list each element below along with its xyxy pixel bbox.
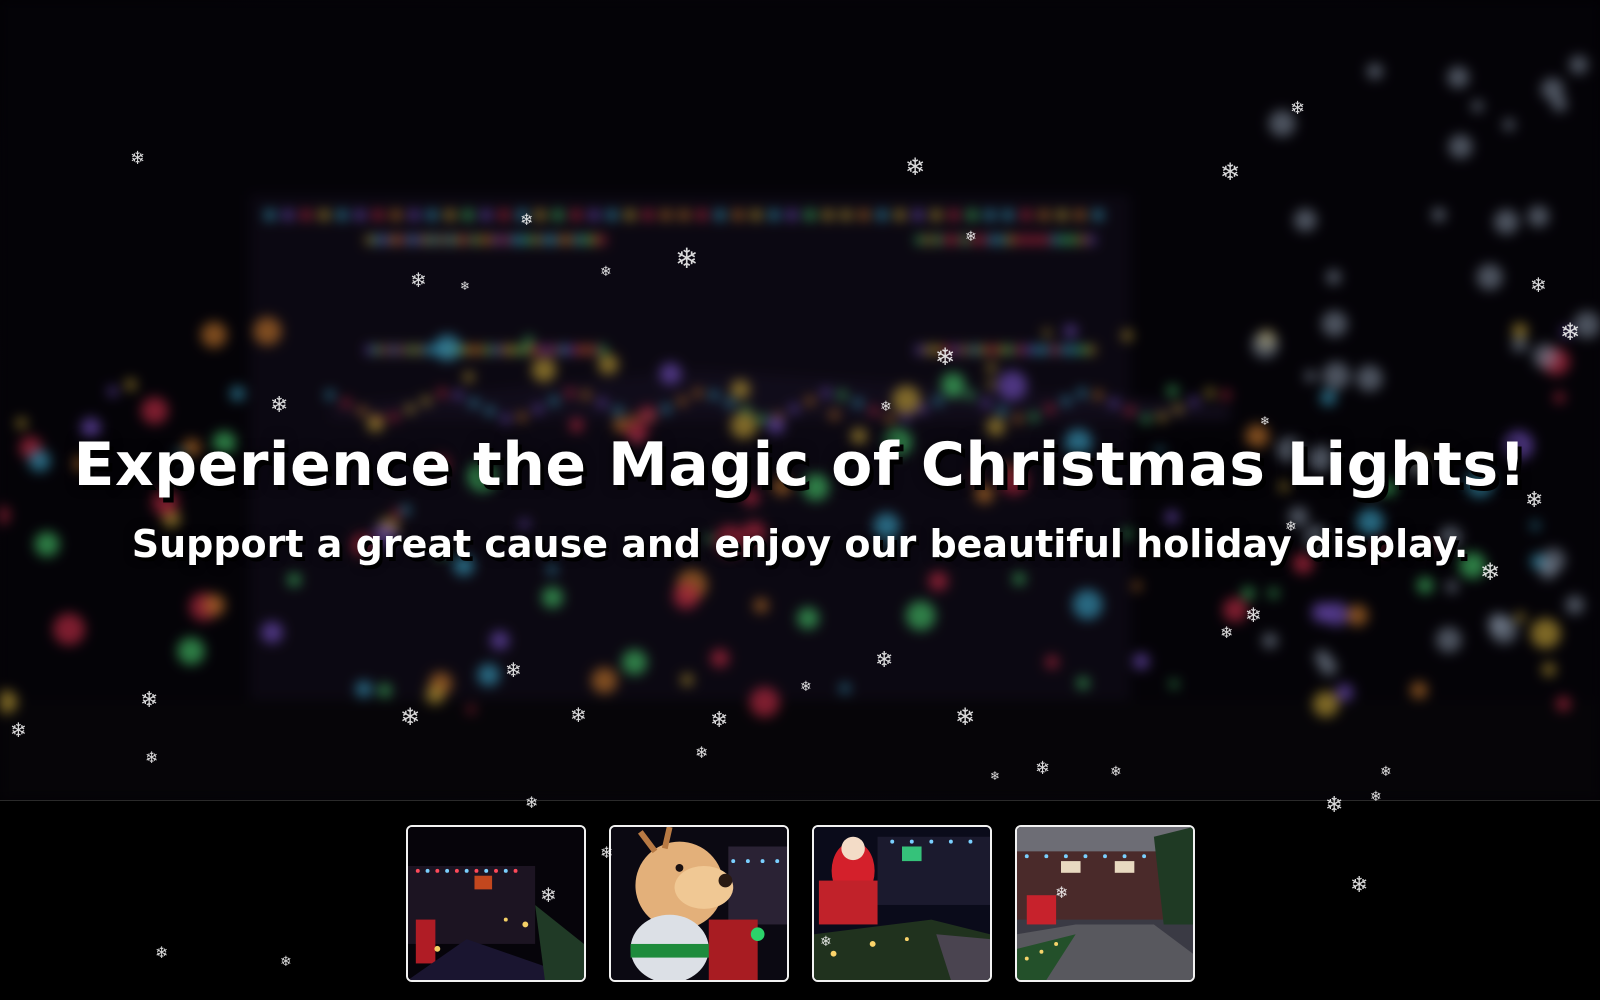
thumbnail-image: [610, 827, 787, 980]
thumbnail-image: [407, 827, 584, 980]
hero-subtitle: Support a great cause and enjoy our beau…: [131, 522, 1469, 566]
thumbnail-inflatable-reindeer[interactable]: [608, 825, 789, 982]
thumbnail-image: [813, 827, 990, 980]
thumbnail-house-driveway-dusk[interactable]: [1014, 825, 1195, 982]
thumbnail-gallery: [0, 825, 1600, 982]
thumbnail-inflatable-santa-yard[interactable]: [811, 825, 992, 982]
thumbnail-image: [1016, 827, 1193, 980]
hero-overlay: [0, 0, 1600, 800]
thumbnail-house-lights-night[interactable]: [405, 825, 586, 982]
hero-text: Experience the Magic of Christmas Lights…: [0, 430, 1600, 566]
hero-title: Experience the Magic of Christmas Lights…: [73, 430, 1527, 500]
hero-banner: Experience the Magic of Christmas Lights…: [0, 0, 1600, 800]
section-divider: [0, 800, 1600, 801]
